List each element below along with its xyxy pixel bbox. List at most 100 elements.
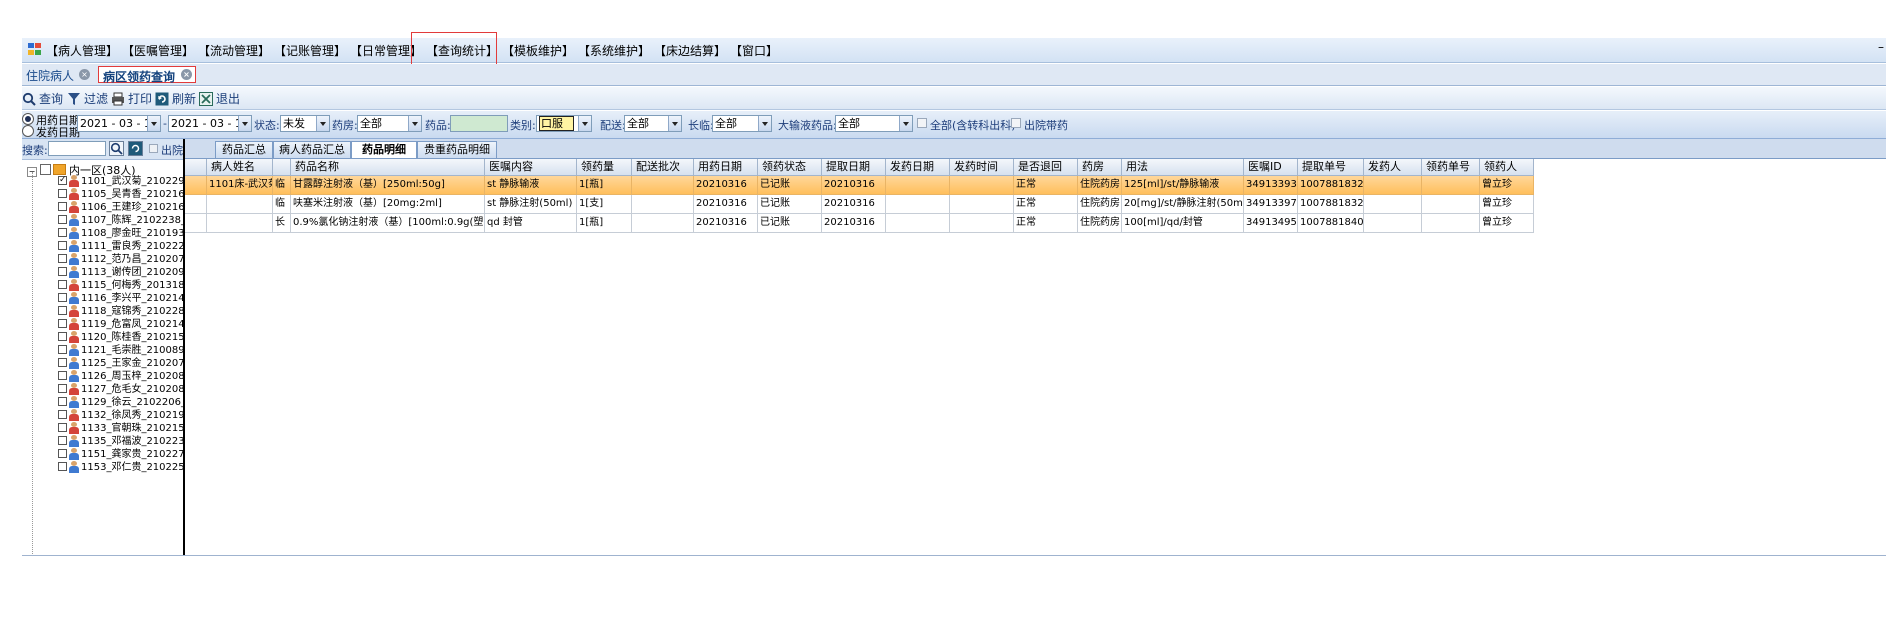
- table-row[interactable]: 长 0.9%氯化钠注射液（基）[100ml:0.9g(塑)] qd 封管 1[瓶] 20…: [185, 214, 1575, 233]
- patient-checkbox[interactable]: [58, 397, 67, 406]
- print-button[interactable]: 打印: [111, 90, 152, 107]
- patient-checkbox[interactable]: [58, 345, 67, 354]
- chevron-down-icon[interactable]: [316, 116, 329, 131]
- chevron-down-icon[interactable]: [408, 116, 421, 131]
- patient-checkbox[interactable]: [58, 267, 67, 276]
- category-select[interactable]: 口服: [536, 115, 592, 132]
- filter-button[interactable]: 过滤: [67, 90, 108, 107]
- menu-template-maintenance[interactable]: 【模板维护】: [502, 42, 574, 59]
- column-header-order-id[interactable]: 医嘱ID: [1244, 159, 1298, 176]
- menu-window[interactable]: 【窗口】: [730, 42, 778, 59]
- cell-order-content: st 静脉注射(50ml): [485, 195, 577, 214]
- cell-delivery-batch: [632, 195, 694, 214]
- patient-search-input[interactable]: [48, 141, 106, 156]
- patient-checkbox[interactable]: [58, 384, 67, 393]
- column-header-patient-name[interactable]: 病人姓名: [207, 159, 273, 176]
- column-header-order-content[interactable]: 医嘱内容: [485, 159, 577, 176]
- column-header-dispense-qty[interactable]: 领药量: [577, 159, 632, 176]
- table-row[interactable]: 临呋塞米注射液（基）[20mg:2ml] st 静脉注射(50ml) 1[支] 202…: [185, 195, 1575, 214]
- discharge-meds-checkbox[interactable]: [1011, 118, 1021, 128]
- patient-checkbox[interactable]: [58, 319, 67, 328]
- pharmacy-select[interactable]: 全部: [357, 115, 422, 132]
- column-header-dispense-no[interactable]: 领药单号: [1422, 159, 1480, 176]
- column-header-returned[interactable]: 是否退回: [1014, 159, 1078, 176]
- tab-patient-drug-summary[interactable]: 病人药品汇总: [273, 141, 351, 158]
- menu-order-management[interactable]: 【医嘱管理】: [122, 42, 194, 59]
- close-icon[interactable]: ×: [79, 69, 90, 80]
- app-window: 【病人管理】 【医嘱管理】 【流动管理】 【记账管理】 【日常管理】 【查询统计…: [22, 32, 1886, 556]
- radio-dispense-date[interactable]: 发药日期: [22, 124, 80, 140]
- all-transfer-checkbox[interactable]: [917, 118, 927, 128]
- patient-checkbox[interactable]: [58, 332, 67, 341]
- chevron-down-icon[interactable]: [899, 116, 912, 131]
- patient-checkbox[interactable]: [58, 293, 67, 302]
- tab-inpatients[interactable]: 住院病人 ×: [22, 66, 94, 83]
- date-to-picker[interactable]: 2021 - 03 - 16: [168, 115, 252, 132]
- menu-flow-management[interactable]: 【流动管理】: [198, 42, 270, 59]
- patient-checkbox[interactable]: [58, 306, 67, 315]
- patient-checkbox[interactable]: [58, 371, 67, 380]
- chevron-down-icon[interactable]: [147, 116, 160, 131]
- delivery-select[interactable]: 全部: [624, 115, 682, 132]
- column-header-issue-date[interactable]: 发药日期: [886, 159, 950, 176]
- collapse-icon[interactable]: −: [27, 167, 37, 177]
- column-header-row-indicator[interactable]: [185, 159, 207, 176]
- exit-button[interactable]: 退出: [199, 90, 240, 107]
- menu-billing-management[interactable]: 【记账管理】: [274, 42, 346, 59]
- patient-checkbox[interactable]: [58, 241, 67, 250]
- menu-system-maintenance[interactable]: 【系统维护】: [578, 42, 650, 59]
- patient-checkbox[interactable]: [58, 410, 67, 419]
- patient-checkbox[interactable]: [58, 280, 67, 289]
- column-header-medication-date[interactable]: 用药日期: [694, 159, 758, 176]
- column-header-receiver[interactable]: 领药人: [1480, 159, 1534, 176]
- tab-expensive-drug-detail[interactable]: 贵重药品明细: [417, 141, 497, 158]
- column-header-dispense-status[interactable]: 领药状态: [758, 159, 822, 176]
- refresh-tree-button[interactable]: [128, 141, 143, 156]
- column-header-dispenser[interactable]: 发药人: [1364, 159, 1422, 176]
- tab-ward-drug-query[interactable]: 病区领药查询 ×: [98, 66, 196, 84]
- chevron-down-icon[interactable]: [578, 116, 591, 131]
- menu-query-stats[interactable]: 【查询统计】: [426, 42, 498, 59]
- tab-drug-detail[interactable]: 药品明细: [351, 141, 417, 158]
- menu-bedside-settlement[interactable]: 【床边结算】: [654, 42, 726, 59]
- chevron-down-icon[interactable]: [238, 116, 251, 131]
- infusion-select[interactable]: 全部: [835, 115, 913, 132]
- column-header-extract-date[interactable]: 提取日期: [822, 159, 886, 176]
- discharged-checkbox[interactable]: [149, 144, 158, 153]
- chevron-down-icon[interactable]: [668, 116, 681, 131]
- close-icon[interactable]: ×: [181, 69, 192, 80]
- status-select[interactable]: 未发: [280, 115, 330, 132]
- column-header-drug-name[interactable]: 药品名称: [291, 159, 485, 176]
- date-from-picker[interactable]: 2021 - 03 - 16: [77, 115, 161, 132]
- patient-checkbox[interactable]: [58, 358, 67, 367]
- patient-checkbox[interactable]: [58, 228, 67, 237]
- patient-checkbox[interactable]: [58, 174, 67, 187]
- column-header-pharmacy[interactable]: 药房: [1078, 159, 1122, 176]
- patient-checkbox[interactable]: [58, 423, 67, 432]
- patient-checkbox[interactable]: [58, 215, 67, 224]
- drug-input[interactable]: [450, 115, 508, 132]
- patient-checkbox[interactable]: [58, 254, 67, 263]
- query-button[interactable]: 查询: [22, 90, 63, 107]
- column-header-extract-no[interactable]: 提取单号: [1298, 159, 1364, 176]
- column-header-issue-time[interactable]: 发药时间: [950, 159, 1014, 176]
- patient-checkbox[interactable]: [58, 436, 67, 445]
- ward-checkbox[interactable]: [40, 164, 51, 175]
- column-header-delivery-batch[interactable]: 配送批次: [632, 159, 694, 176]
- patient-checkbox[interactable]: [58, 202, 67, 211]
- refresh-button[interactable]: 刷新: [155, 90, 196, 107]
- table-row[interactable]: 1101床-武汉菊临甘露醇注射液（基）[250ml:50g] st 静脉输液 1[瓶…: [185, 176, 1575, 195]
- column-header-usage[interactable]: 用法: [1122, 159, 1244, 176]
- window-minimize-button[interactable]: –: [1878, 40, 1884, 54]
- column-header-long-temp[interactable]: [273, 159, 291, 176]
- status-value: 未发: [283, 117, 305, 130]
- search-button[interactable]: [109, 141, 124, 156]
- tab-drug-summary[interactable]: 药品汇总: [215, 141, 273, 158]
- menu-patient-management[interactable]: 【病人管理】: [46, 42, 118, 59]
- longtemp-select[interactable]: 全部: [712, 115, 772, 132]
- patient-checkbox[interactable]: [58, 189, 67, 198]
- patient-checkbox[interactable]: [58, 449, 67, 458]
- patient-checkbox[interactable]: [58, 462, 67, 471]
- cell-delivery-batch: [632, 176, 694, 195]
- chevron-down-icon[interactable]: [758, 116, 771, 131]
